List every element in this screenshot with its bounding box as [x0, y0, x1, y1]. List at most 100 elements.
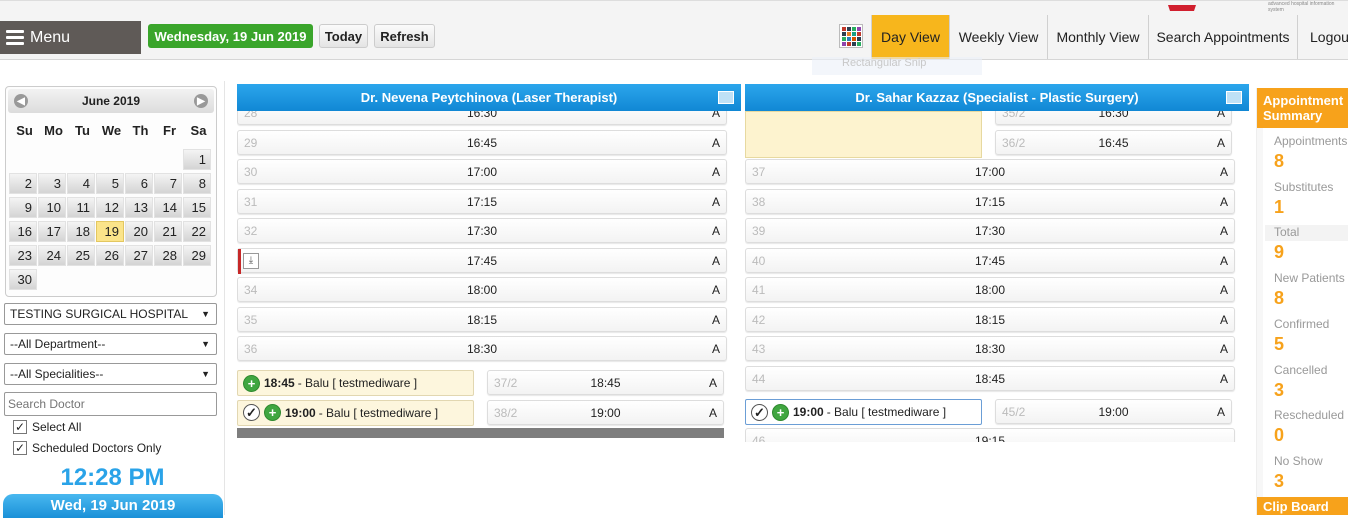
- summary-strip: [1257, 128, 1263, 497]
- speciality-select[interactable]: --All Specialities-- ▼: [4, 363, 217, 385]
- calendar-day-selected[interactable]: 19: [96, 221, 124, 242]
- calendar-day[interactable]: 13: [125, 197, 153, 218]
- time-slot[interactable]: 35/2 16:30 A: [995, 111, 1232, 125]
- add-patient-icon[interactable]: +: [772, 403, 789, 421]
- chevron-left-icon[interactable]: ◀: [14, 94, 28, 108]
- time-slot[interactable]: 17:45 A ⤓: [237, 247, 727, 274]
- time-slot[interactable]: 36/2 16:45 A: [995, 129, 1232, 155]
- calendar-day[interactable]: 20: [125, 221, 153, 242]
- calendar-day[interactable]: 4: [67, 173, 95, 194]
- time-slot[interactable]: 28 16:30 A: [237, 111, 727, 125]
- weekday-label: Sa: [190, 123, 207, 138]
- clock-time: 12:28 PM: [60, 464, 165, 491]
- calendar-day[interactable]: 27: [125, 245, 153, 266]
- clip-board-button[interactable]: Clip Board: [1257, 497, 1348, 515]
- calendar-day[interactable]: 21: [154, 221, 182, 242]
- dropdown-arrow-icon: ▼: [201, 369, 210, 379]
- time-slot[interactable]: 39 17:30 A: [745, 218, 1235, 243]
- time-slot[interactable]: 41 18:00 A: [745, 277, 1235, 302]
- calendar-day[interactable]: 2: [9, 173, 37, 194]
- time-slot[interactable]: 35 18:15 A: [237, 306, 727, 332]
- calendar-day[interactable]: 17: [38, 221, 66, 242]
- summary-title: Summary: [1263, 108, 1323, 123]
- calendar-day[interactable]: 29: [183, 245, 211, 266]
- calendar-day[interactable]: 30: [9, 269, 37, 290]
- calendar-day[interactable]: 7: [154, 173, 182, 194]
- time-slot[interactable]: 40 17:45 A: [745, 247, 1235, 273]
- department-select[interactable]: --All Department-- ▼: [4, 333, 217, 355]
- time-slot[interactable]: 31 17:15 A: [237, 188, 727, 214]
- time-slot[interactable]: 43 18:30 A: [745, 336, 1235, 361]
- tab-logout[interactable]: Logout: [1297, 15, 1348, 59]
- calendar-day[interactable]: 10: [38, 197, 66, 218]
- calendar-day[interactable]: 28: [154, 245, 182, 266]
- download-icon[interactable]: ⤓: [243, 252, 259, 269]
- today-button[interactable]: Today: [319, 24, 368, 48]
- appointment-time: 19:00: [793, 405, 824, 419]
- calendar-day[interactable]: 25: [67, 245, 95, 266]
- time-slot[interactable]: 37 17:00 A: [745, 159, 1235, 184]
- time-slot[interactable]: 29 16:45 A: [237, 129, 727, 155]
- tab-search-appointments[interactable]: Search Appointments: [1148, 15, 1297, 59]
- calendar-day[interactable]: 16: [9, 221, 37, 242]
- calendar-icon[interactable]: [1226, 91, 1242, 104]
- checkbox-checked-icon[interactable]: ✓: [13, 420, 27, 434]
- slot-time: 18:00: [974, 283, 1006, 297]
- calendar-icon[interactable]: [718, 91, 734, 104]
- tab-weekly-view[interactable]: Weekly View: [949, 15, 1047, 59]
- calendar-day[interactable]: 18: [67, 221, 95, 242]
- check-icon[interactable]: ✓: [751, 403, 768, 421]
- time-slot[interactable]: 42 18:15 A: [745, 306, 1235, 332]
- time-slot[interactable]: 30 17:00 A: [237, 159, 727, 184]
- hospital-select[interactable]: TESTING SURGICAL HOSPITAL ▼: [4, 303, 217, 325]
- calendar-day[interactable]: 23: [9, 245, 37, 266]
- select-all-checkbox[interactable]: ✓ Select All: [13, 420, 81, 434]
- time-slot[interactable]: 37/2 18:45 A: [487, 370, 724, 395]
- calendar-day[interactable]: 12: [96, 197, 124, 218]
- color-grid-icon[interactable]: [839, 24, 863, 48]
- menu-button[interactable]: Menu: [0, 21, 141, 54]
- checkbox-checked-icon[interactable]: ✓: [13, 441, 27, 455]
- slot-time: 17:45: [974, 253, 1006, 268]
- tab-monthly-view[interactable]: Monthly View: [1047, 15, 1148, 59]
- time-slot[interactable]: 38/2 19:00 A: [487, 399, 724, 425]
- left-sidebar: ◀ June 2019 ▶ Su Mo Tu We Th Fr Sa 1 2 3 4 5 6 7 8 9 10 1…: [0, 81, 225, 518]
- time-slot[interactable]: 46 19:15: [745, 428, 1235, 442]
- calendar-day[interactable]: 26: [96, 245, 124, 266]
- appointment-entry[interactable]: ✓ +19:00 - Balu [ testmediware ]: [237, 399, 474, 426]
- slot-status: A: [711, 283, 720, 297]
- calendar-day[interactable]: 11: [67, 197, 95, 218]
- search-doctor-input[interactable]: [4, 392, 217, 416]
- calendar-day[interactable]: 22: [183, 221, 211, 242]
- chevron-right-icon[interactable]: ▶: [194, 94, 208, 108]
- current-date-button[interactable]: Wednesday, 19 Jun 2019: [148, 24, 313, 48]
- slot-time: 18:45: [590, 376, 621, 390]
- appointment-patient: - Balu [ testmediware ]: [297, 376, 418, 390]
- scheduled-only-checkbox[interactable]: ✓ Scheduled Doctors Only: [13, 441, 161, 455]
- add-patient-icon[interactable]: +: [264, 404, 281, 421]
- slot-status: A: [1219, 283, 1228, 297]
- appointment-entry[interactable]: +18:45 - Balu [ testmediware ]: [237, 370, 474, 396]
- time-slot[interactable]: 34 18:00 A: [237, 277, 727, 302]
- time-slot[interactable]: 38 17:15 A: [745, 188, 1235, 214]
- calendar-day[interactable]: 14: [154, 197, 182, 218]
- add-patient-icon[interactable]: +: [243, 374, 260, 392]
- calendar-day[interactable]: 24: [38, 245, 66, 266]
- appointment-entry[interactable]: ✓ +19:00 - Balu [ testmediware ]: [745, 399, 982, 425]
- calendar-day[interactable]: 8: [183, 173, 211, 194]
- calendar-day[interactable]: 9: [9, 197, 37, 218]
- refresh-button[interactable]: Refresh: [374, 24, 435, 48]
- doctor-schedule-column: 35/2 16:30 A 36/2 16:45 A 37 17:00 A 38 17:15 A 39 17…: [745, 111, 1249, 442]
- calendar-day[interactable]: 1: [183, 149, 211, 170]
- check-icon[interactable]: ✓: [243, 404, 260, 421]
- time-slot[interactable]: 45/2 19:00 A: [995, 399, 1232, 424]
- time-slot[interactable]: 36 18:30 A: [237, 336, 727, 361]
- calendar-day[interactable]: 15: [183, 197, 211, 218]
- tab-day-view[interactable]: Day View: [871, 15, 949, 59]
- time-slot[interactable]: 44 18:45 A: [745, 365, 1235, 391]
- calendar-day[interactable]: 6: [125, 173, 153, 194]
- slot-time: 19:00: [1098, 405, 1129, 419]
- calendar-day[interactable]: 5: [96, 173, 124, 194]
- calendar-day[interactable]: 3: [38, 173, 66, 194]
- time-slot[interactable]: 32 17:30 A: [237, 218, 727, 243]
